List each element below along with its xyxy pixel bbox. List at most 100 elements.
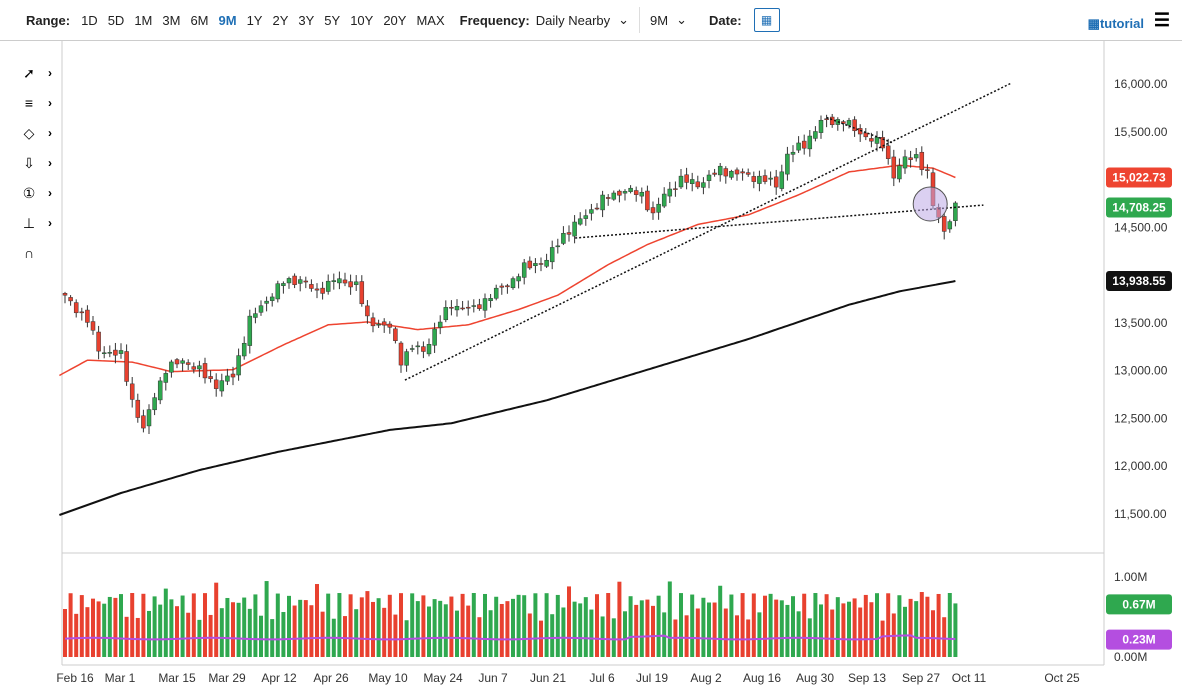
- volume-bar: [158, 605, 162, 657]
- candle: [449, 307, 453, 308]
- x-tick-label: Sep 27: [902, 671, 940, 685]
- candle: [948, 222, 952, 229]
- volume-bar: [444, 604, 448, 657]
- x-tick-label: Aug 2: [690, 671, 722, 685]
- volume-bar: [645, 600, 649, 657]
- candle: [808, 136, 812, 149]
- candle: [528, 261, 532, 268]
- volume-bar: [472, 593, 476, 657]
- volume-bar: [909, 599, 913, 657]
- volume-bar: [63, 609, 67, 657]
- candle: [315, 289, 319, 290]
- volume-bar: [853, 598, 857, 657]
- ma200-line: [59, 281, 955, 515]
- x-tick-label: May 24: [423, 671, 463, 685]
- volume-bar: [752, 593, 756, 657]
- volume-bar: [388, 595, 392, 657]
- volume-bar: [377, 598, 381, 657]
- candle: [545, 260, 549, 266]
- volume-bar: [881, 621, 885, 657]
- volume-bar: [757, 612, 761, 657]
- volume-bar: [181, 596, 185, 657]
- candle: [769, 178, 773, 179]
- candle: [640, 192, 644, 196]
- volume-bar: [584, 597, 588, 657]
- volume-bar: [869, 602, 873, 657]
- volume-bar: [237, 603, 241, 657]
- candle: [108, 352, 112, 353]
- candle: [433, 329, 437, 345]
- candle: [606, 197, 610, 198]
- candle: [713, 173, 717, 174]
- candle: [113, 350, 117, 355]
- candle: [293, 276, 297, 285]
- volume-bar: [550, 614, 554, 657]
- candle: [410, 349, 414, 350]
- volume-tick-label: 1.00M: [1114, 570, 1147, 584]
- candle: [444, 307, 448, 319]
- volume-bar: [651, 606, 655, 657]
- candle: [785, 154, 789, 174]
- candle: [483, 299, 487, 311]
- candle: [237, 356, 241, 375]
- candle: [505, 286, 509, 287]
- volume-bar: [225, 598, 229, 657]
- candle: [701, 183, 705, 188]
- volume-bar: [175, 606, 179, 657]
- candle: [119, 350, 123, 353]
- candle: [763, 176, 767, 182]
- candle: [511, 279, 515, 288]
- y-tick-label: 16,000.00: [1114, 77, 1168, 91]
- candle: [287, 278, 291, 283]
- volume-bar: [298, 600, 302, 657]
- volume-bar: [836, 597, 840, 657]
- candle: [371, 318, 375, 326]
- volume-bar: [623, 611, 627, 657]
- volume-bar: [438, 601, 442, 657]
- volume-bar: [640, 600, 644, 657]
- volume-bar: [483, 594, 487, 657]
- volume-bar: [797, 611, 801, 657]
- volume-bar: [287, 596, 291, 657]
- trendline: [405, 83, 1011, 380]
- candle: [539, 263, 543, 264]
- x-tick-label: May 10: [368, 671, 408, 685]
- candle: [724, 169, 728, 177]
- candle: [332, 281, 336, 282]
- volume-bar: [130, 593, 134, 657]
- x-tick-label: Aug 16: [743, 671, 781, 685]
- candle: [668, 189, 672, 196]
- candle: [405, 352, 409, 366]
- volume-bar: [421, 595, 425, 657]
- candle: [584, 216, 588, 219]
- volume-bar: [74, 614, 78, 657]
- volume-bar: [354, 609, 358, 657]
- price-chart[interactable]: 16,000.0015,500.0014,500.0013,500.0013,0…: [0, 0, 1182, 699]
- candle: [231, 374, 235, 377]
- candle: [209, 376, 213, 378]
- candle: [623, 191, 627, 193]
- volume-bar: [119, 594, 123, 657]
- candle: [942, 216, 946, 231]
- volume-bar: [696, 608, 700, 657]
- volume-bar: [343, 616, 347, 657]
- x-tick-label: Apr 26: [313, 671, 349, 685]
- x-tick-label: Feb 16: [56, 671, 94, 685]
- x-tick-label: Mar 15: [158, 671, 196, 685]
- candle: [466, 307, 470, 308]
- candle: [158, 381, 162, 400]
- volume-bar: [321, 612, 325, 657]
- volume-bar: [886, 593, 890, 657]
- y-tick-label: 12,000.00: [1114, 459, 1168, 473]
- volume-bar: [864, 595, 868, 657]
- volume-bar: [253, 594, 257, 657]
- volume-bar: [315, 584, 319, 657]
- y-tick-label: 13,500.00: [1114, 316, 1168, 330]
- volume-bar: [416, 601, 420, 657]
- candle: [925, 170, 929, 171]
- candle: [797, 143, 801, 150]
- volume-bar: [113, 598, 117, 657]
- x-tick-label: Jul 19: [636, 671, 668, 685]
- volume-bar: [791, 596, 795, 657]
- volume-bar: [489, 610, 493, 657]
